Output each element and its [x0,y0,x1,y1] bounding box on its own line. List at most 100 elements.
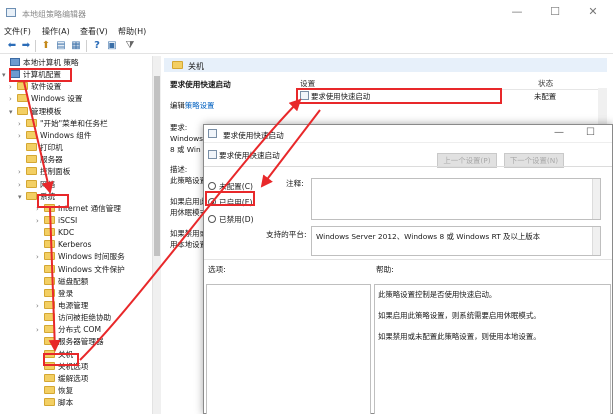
radio-disabled[interactable]: 已禁用(D) [208,214,254,225]
radio-button[interactable] [208,215,216,223]
tree-item-label: 电源管理 [58,301,89,310]
title-bar: 本地组策略编辑器 — ☐ ✕ [0,0,613,25]
show-hide-tree-icon[interactable]: ▤ [55,40,67,52]
annotation-box-policy-row [296,88,502,104]
menu-action[interactable]: 操作(A) [42,26,70,37]
forward-icon[interactable]: ➡ [20,40,32,52]
folder-icon [44,313,55,322]
tree-item[interactable]: ▾ 管理模板 [9,106,61,118]
description-label: 描述: [170,165,188,174]
properties-icon[interactable]: ▣ [106,40,118,52]
folder-icon [44,325,55,334]
tree-item[interactable]: › 软件设置 [9,81,61,93]
tree-item[interactable]: KDC [36,227,74,239]
comment-textarea[interactable] [311,178,601,220]
navigation-tree: 本地计算机 策略 ▾ 计算机配置 › 软件设置 › Windows 设置 ▾ 管理模板 › "开始"… [0,56,162,414]
expand-right-icon[interactable]: › [36,300,44,312]
tree-item-label: Windows 文件保护 [58,264,125,274]
tree-item[interactable]: › Windows 时间服务 [36,251,125,263]
expand-right-icon[interactable]: › [18,130,26,142]
description-line: 如果启用此 [170,197,207,206]
expand-down-icon[interactable]: ▾ [9,106,17,118]
folder-icon [26,130,37,139]
tree-item[interactable]: › 控制面板 [18,166,70,178]
folder-header [164,58,607,72]
folder-icon [44,276,55,285]
folder-icon [44,398,55,407]
folder-icon [44,240,55,249]
maximize-button[interactable]: ☐ [548,6,562,18]
tree-item[interactable]: Windows 文件保护 [36,264,125,276]
tree-item-label: 控制面板 [40,167,71,177]
tree-item[interactable]: 缓解选项 [36,373,88,385]
tree-item[interactable]: › Windows 组件 [18,130,92,142]
radio-button[interactable] [208,182,216,190]
column-header-state[interactable]: 状态 [538,78,553,89]
tree-item[interactable]: › 网络 [18,179,55,191]
minimize-button[interactable]: — [510,6,524,18]
close-button[interactable]: ✕ [586,6,600,18]
tree-item-label: 本地计算机 策略 [23,58,79,67]
tree-scrollbar-thumb[interactable] [154,76,160,256]
dialog-policy-name: 要求使用快速启动 [219,151,280,160]
tree-item-label: KDC [58,228,75,238]
dialog-close-button[interactable]: ☐ [586,127,595,138]
toolbar-separator [35,40,36,52]
folder-icon [44,215,55,224]
tree-item-label: 软件设置 [31,82,62,92]
tree-item[interactable]: Kerberos [36,239,91,251]
tree-item-label: 打印机 [40,143,63,153]
tree-item[interactable]: › 电源管理 [36,300,88,312]
menu-help[interactable]: 帮助(H) [118,26,146,37]
tree-item[interactable]: 访问被拒绝协助 [36,312,111,324]
tree-item-label: 服务器管理器 [58,337,104,347]
comment-scrollbar[interactable] [592,179,600,219]
expand-right-icon[interactable]: › [36,251,44,263]
tree-item[interactable]: 打印机 [18,142,63,154]
folder-icon [17,94,28,103]
platform-scrollbar[interactable] [592,227,600,255]
tree-item[interactable]: › iSCSI [36,215,77,227]
tree-item-label: 访问被拒绝协助 [58,313,112,323]
tree-item-label: 磁盘配额 [58,276,89,286]
supported-platform-box: Windows Server 2012、Windows 8 或 Windows … [311,226,601,256]
export-icon[interactable]: ▦ [70,40,82,52]
computer-icon [10,58,20,66]
tree-item[interactable]: 脚本 [36,397,73,409]
dialog-minimize-button[interactable]: — [554,127,564,138]
folder-icon [44,301,55,309]
tree-item[interactable]: 服务器 [18,154,63,166]
supported-platform-label: 支持的平台: [266,230,307,239]
policy-setting-icon [208,129,217,138]
folder-icon [26,179,37,188]
menu-file[interactable]: 文件(F) [4,26,31,37]
edit-policy-line: 编辑策略设置 [170,101,215,110]
edit-policy-link[interactable]: 策略设置 [185,101,215,110]
expand-right-icon[interactable]: › [18,118,26,130]
tree-item[interactable]: 恢复 [36,385,73,397]
tree-item[interactable]: › "开始"菜单和任务栏 [18,118,108,130]
help-label: 帮助: [376,265,394,274]
menu-view[interactable]: 查看(V) [80,26,108,37]
expand-right-icon[interactable]: › [36,324,44,336]
requirements-line: 8 或 Win [170,145,201,154]
tree-item[interactable]: › Windows 设置 [9,93,83,105]
tree-item-label: 分布式 COM [58,325,102,335]
expand-right-icon[interactable]: › [9,81,17,93]
expand-right-icon[interactable]: › [9,93,17,105]
tree-item[interactable]: › 分布式 COM [36,324,101,336]
expand-right-icon[interactable]: › [36,215,44,227]
filter-icon[interactable]: ⧩ [124,40,136,52]
dialog-policy-name-row: 要求使用快速启动 [208,150,280,161]
toolbar-separator [86,40,87,52]
expand-right-icon[interactable]: › [18,179,26,191]
up-icon[interactable]: ⬆ [40,40,52,52]
tree-item[interactable]: 登录 [36,288,73,300]
tree-item[interactable]: 磁盘配额 [36,276,88,288]
expand-right-icon[interactable]: › [18,166,26,178]
expand-down-icon[interactable]: ▾ [18,191,26,203]
back-icon[interactable]: ⬅ [6,40,18,52]
tree-item[interactable]: 服务器管理器 [36,336,104,348]
help-icon[interactable]: ? [91,40,103,52]
dialog-title-bar: 要求使用快速启动 — ☐ [204,125,612,143]
